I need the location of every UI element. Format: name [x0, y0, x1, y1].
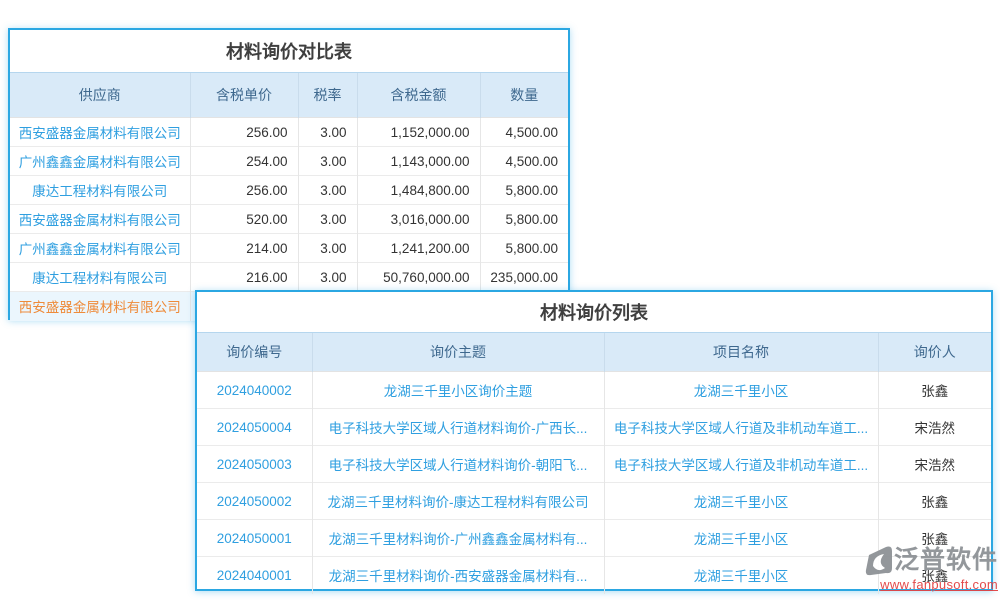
- table-row[interactable]: 广州鑫鑫金属材料有限公司 254.00 3.00 1,143,000.00 4,…: [10, 147, 568, 176]
- column-header-supplier: 供应商: [10, 73, 190, 118]
- tax-amount-cell: 1,484,800.00: [357, 176, 480, 205]
- supplier-link[interactable]: 广州鑫鑫金属材料有限公司: [10, 234, 190, 263]
- fanpu-watermark: 泛普软件 www.fanpusoft.com: [858, 545, 998, 592]
- watermark-url[interactable]: www.fanpusoft.com: [858, 577, 998, 592]
- inquirer-cell: 张鑫: [878, 483, 991, 520]
- unit-price-cell: 256.00: [190, 118, 298, 147]
- supplier-link[interactable]: 西安盛器金属材料有限公司: [10, 205, 190, 234]
- column-header-tax-amount: 含税金额: [357, 73, 480, 118]
- comparison-table: 供应商 含税单价 税率 含税金额 数量 西安盛器金属材料有限公司 256.00 …: [10, 72, 568, 321]
- column-header-quantity: 数量: [480, 73, 568, 118]
- project-name-link[interactable]: 龙湖三千里小区: [604, 483, 878, 520]
- quantity-cell: 4,500.00: [480, 118, 568, 147]
- tax-amount-cell: 1,152,000.00: [357, 118, 480, 147]
- unit-price-cell: 520.00: [190, 205, 298, 234]
- unit-price-cell: 256.00: [190, 176, 298, 205]
- tax-rate-cell: 3.00: [298, 263, 357, 292]
- table-row[interactable]: 广州鑫鑫金属材料有限公司 214.00 3.00 1,241,200.00 5,…: [10, 234, 568, 263]
- column-header-inquirer: 询价人: [878, 333, 991, 372]
- comparison-table-title: 材料询价对比表: [10, 30, 568, 72]
- column-header-unit-price: 含税单价: [190, 73, 298, 118]
- inquiry-no-link[interactable]: 2024050002: [197, 483, 312, 520]
- page: 材料询价对比表 供应商 含税单价 税率 含税金额 数量 西安盛器金属材料有限公司…: [0, 0, 1000, 600]
- inquiry-list-title: 材料询价列表: [197, 292, 991, 332]
- quantity-cell: 4,500.00: [480, 147, 568, 176]
- column-header-inquiry-subject: 询价主题: [312, 333, 604, 372]
- inquirer-cell: 张鑫: [878, 372, 991, 409]
- tax-rate-cell: 3.00: [298, 147, 357, 176]
- list-item[interactable]: 2024050003 电子科技大学区域人行道材料询价-朝阳飞... 电子科技大学…: [197, 446, 991, 483]
- fanpu-logo-icon: [864, 545, 893, 576]
- inquiry-subject-link[interactable]: 龙湖三千里材料询价-广州鑫鑫金属材料有...: [312, 520, 604, 557]
- inquiry-subject-link[interactable]: 电子科技大学区域人行道材料询价-广西长...: [312, 409, 604, 446]
- supplier-link[interactable]: 西安盛器金属材料有限公司: [10, 292, 190, 321]
- inquiry-subject-link[interactable]: 龙湖三千里材料询价-西安盛器金属材料有...: [312, 557, 604, 594]
- comparison-table-panel: 材料询价对比表 供应商 含税单价 税率 含税金额 数量 西安盛器金属材料有限公司…: [8, 28, 570, 320]
- project-name-link[interactable]: 电子科技大学区域人行道及非机动车道工...: [604, 446, 878, 483]
- column-header-tax-rate: 税率: [298, 73, 357, 118]
- list-item[interactable]: 2024040002 龙湖三千里小区询价主题 龙湖三千里小区 张鑫: [197, 372, 991, 409]
- inquiry-subject-link[interactable]: 龙湖三千里材料询价-康达工程材料有限公司: [312, 483, 604, 520]
- tax-rate-cell: 3.00: [298, 205, 357, 234]
- tax-amount-cell: 3,016,000.00: [357, 205, 480, 234]
- inquirer-cell: 宋浩然: [878, 409, 991, 446]
- table-row[interactable]: 康达工程材料有限公司 256.00 3.00 1,484,800.00 5,80…: [10, 176, 568, 205]
- inquiry-subject-link[interactable]: 电子科技大学区域人行道材料询价-朝阳飞...: [312, 446, 604, 483]
- tax-amount-cell: 50,760,000.00: [357, 263, 480, 292]
- column-header-project-name: 项目名称: [604, 333, 878, 372]
- inquiry-no-link[interactable]: 2024050004: [197, 409, 312, 446]
- quantity-cell: 5,800.00: [480, 176, 568, 205]
- tax-rate-cell: 3.00: [298, 234, 357, 263]
- inquiry-no-link[interactable]: 2024040002: [197, 372, 312, 409]
- inquiry-no-link[interactable]: 2024040001: [197, 557, 312, 594]
- quantity-cell: 235,000.00: [480, 263, 568, 292]
- supplier-link[interactable]: 康达工程材料有限公司: [10, 176, 190, 205]
- inquiry-subject-link[interactable]: 龙湖三千里小区询价主题: [312, 372, 604, 409]
- table-row[interactable]: 康达工程材料有限公司 216.00 3.00 50,760,000.00 235…: [10, 263, 568, 292]
- inquirer-cell: 宋浩然: [878, 446, 991, 483]
- table-row[interactable]: 西安盛器金属材料有限公司 256.00 3.00 1,152,000.00 4,…: [10, 118, 568, 147]
- watermark-brand: 泛普软件: [894, 548, 998, 573]
- supplier-link[interactable]: 西安盛器金属材料有限公司: [10, 118, 190, 147]
- project-name-link[interactable]: 龙湖三千里小区: [604, 372, 878, 409]
- supplier-link[interactable]: 康达工程材料有限公司: [10, 263, 190, 292]
- quantity-cell: 5,800.00: [480, 205, 568, 234]
- list-item[interactable]: 2024050004 电子科技大学区域人行道材料询价-广西长... 电子科技大学…: [197, 409, 991, 446]
- column-header-inquiry-no: 询价编号: [197, 333, 312, 372]
- watermark-brand-row: 泛普软件: [858, 545, 998, 576]
- quantity-cell: 5,800.00: [480, 234, 568, 263]
- unit-price-cell: 216.00: [190, 263, 298, 292]
- comparison-header-row: 供应商 含税单价 税率 含税金额 数量: [10, 73, 568, 118]
- table-row[interactable]: 西安盛器金属材料有限公司 520.00 3.00 3,016,000.00 5,…: [10, 205, 568, 234]
- tax-rate-cell: 3.00: [298, 176, 357, 205]
- supplier-link[interactable]: 广州鑫鑫金属材料有限公司: [10, 147, 190, 176]
- unit-price-cell: 254.00: [190, 147, 298, 176]
- tax-amount-cell: 1,143,000.00: [357, 147, 480, 176]
- project-name-link[interactable]: 电子科技大学区域人行道及非机动车道工...: [604, 409, 878, 446]
- inquiry-header-row: 询价编号 询价主题 项目名称 询价人: [197, 333, 991, 372]
- tax-rate-cell: 3.00: [298, 118, 357, 147]
- unit-price-cell: 214.00: [190, 234, 298, 263]
- project-name-link[interactable]: 龙湖三千里小区: [604, 557, 878, 594]
- tax-amount-cell: 1,241,200.00: [357, 234, 480, 263]
- inquiry-no-link[interactable]: 2024050001: [197, 520, 312, 557]
- inquiry-no-link[interactable]: 2024050003: [197, 446, 312, 483]
- list-item[interactable]: 2024050002 龙湖三千里材料询价-康达工程材料有限公司 龙湖三千里小区 …: [197, 483, 991, 520]
- project-name-link[interactable]: 龙湖三千里小区: [604, 520, 878, 557]
